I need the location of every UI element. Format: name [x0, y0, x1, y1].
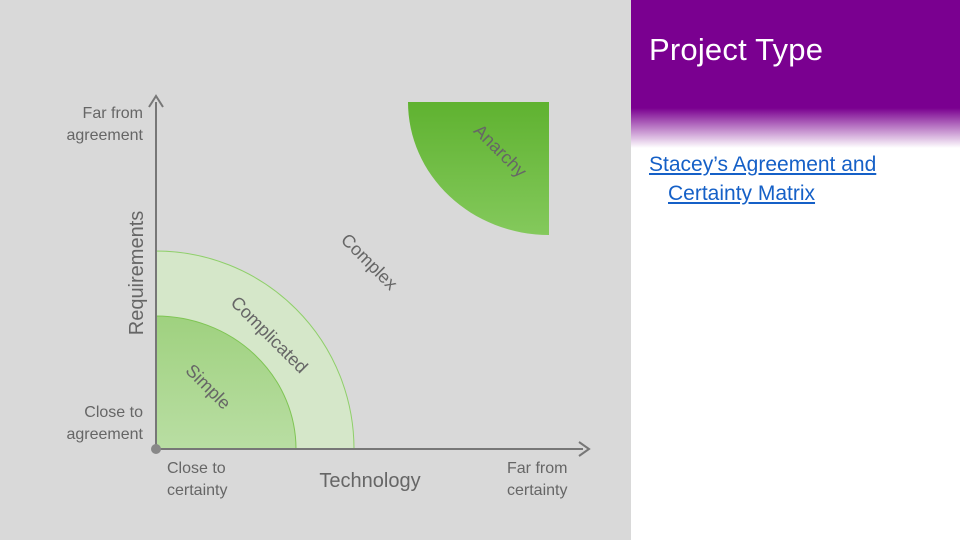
link-line-2: Certainty Matrix — [668, 182, 816, 205]
y-top-label-line2: agreement — [67, 127, 144, 144]
y-bottom-label-line2: agreement — [67, 426, 144, 443]
reference-link-block: Stacey’s Agreement and Certainty Matrix — [649, 150, 949, 208]
title-bar: Project Type — [631, 0, 960, 148]
slide-title: Project Type — [649, 32, 824, 67]
x-right-label-line1: Far from — [507, 460, 567, 477]
stacey-matrix-diagram: Requirements Technology Far from agreeme… — [67, 94, 591, 499]
x-axis-label: Technology — [319, 470, 420, 492]
origin-dot — [151, 444, 161, 454]
y-top-label-line1: Far from — [83, 105, 143, 122]
x-right-label-line2: certainty — [507, 482, 567, 499]
complex-label: Complex — [337, 230, 401, 294]
side-panel: Project Type Stacey’s Agreement and Certa… — [631, 0, 960, 540]
y-bottom-label-line1: Close to — [84, 404, 143, 421]
x-left-label-line2: certainty — [167, 482, 227, 499]
diagram-panel: Requirements Technology Far from agreeme… — [0, 0, 631, 540]
link-line-1: Stacey’s Agreement and — [649, 153, 877, 176]
y-axis-label: Requirements — [126, 211, 148, 336]
x-left-label-line1: Close to — [167, 460, 226, 477]
stacey-matrix-link[interactable]: Stacey’s Agreement and Certainty Matrix — [649, 153, 876, 205]
